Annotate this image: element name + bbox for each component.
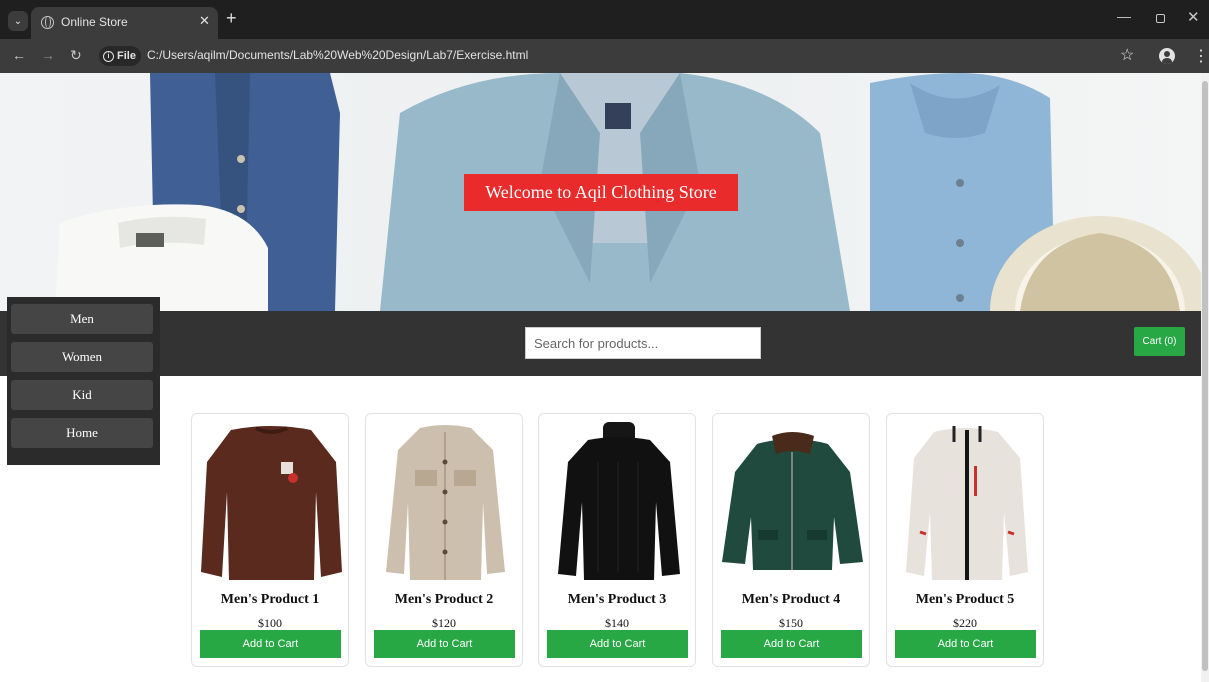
search-toolbar: Cart (0) bbox=[0, 311, 1201, 376]
url-field[interactable]: i File C:/Users/aqilm/Documents/Lab%20We… bbox=[96, 43, 1106, 69]
product-image-fleece-jacket bbox=[896, 422, 1037, 582]
browser-tab-bar: ⌄ Online Store ✕ + — ✕ bbox=[0, 0, 1209, 39]
sidebar-item-men[interactable]: Men bbox=[11, 304, 153, 334]
close-window-icon[interactable]: ✕ bbox=[1187, 8, 1200, 26]
add-to-cart-button[interactable]: Add to Cart bbox=[721, 630, 862, 658]
product-name: Men's Product 1 bbox=[220, 592, 320, 607]
hero-banner: Welcome to Aqil Clothing Store bbox=[0, 73, 1201, 311]
product-card: Men's Product 3 $140 Add to Cart bbox=[538, 413, 696, 667]
product-image-overshirt bbox=[375, 422, 516, 582]
new-tab-icon[interactable]: + bbox=[226, 9, 237, 27]
product-price: $150 bbox=[779, 616, 803, 630]
forward-arrow-icon[interactable]: → bbox=[41, 47, 55, 63]
add-to-cart-button[interactable]: Add to Cart bbox=[547, 630, 688, 658]
product-price: $140 bbox=[605, 616, 629, 630]
reload-icon[interactable]: ↻ bbox=[70, 47, 82, 64]
product-price: $100 bbox=[258, 616, 282, 630]
product-name: Men's Product 4 bbox=[741, 592, 841, 607]
cart-button[interactable]: Cart (0) bbox=[1134, 327, 1185, 356]
back-arrow-icon[interactable]: ← bbox=[12, 47, 26, 63]
browser-address-bar: ← → ↻ i File C:/Users/aqilm/Documents/La… bbox=[0, 39, 1209, 73]
product-card: Men's Product 4 $150 Add to Cart bbox=[712, 413, 870, 667]
info-icon: i bbox=[103, 50, 114, 62]
bookmark-star-icon[interactable]: ☆ bbox=[1120, 45, 1134, 65]
restore-icon[interactable] bbox=[1156, 14, 1165, 23]
file-chip-label: File bbox=[117, 50, 136, 62]
hero-title: Welcome to Aqil Clothing Store bbox=[464, 174, 738, 211]
product-name: Men's Product 5 bbox=[915, 592, 1015, 607]
minimize-icon[interactable]: — bbox=[1117, 8, 1131, 24]
category-sidebar: Men Women Kid Home bbox=[7, 297, 160, 465]
close-tab-icon[interactable]: ✕ bbox=[199, 13, 210, 29]
product-card: Men's Product 5 $220 Add to Cart bbox=[886, 413, 1044, 667]
page-viewport: Welcome to Aqil Clothing Store Cart (0) … bbox=[0, 73, 1209, 682]
product-price: $220 bbox=[953, 616, 977, 630]
tab-search-icon[interactable]: ⌄ bbox=[8, 11, 28, 31]
product-image-turtleneck bbox=[548, 422, 689, 582]
tab-title: Online Store bbox=[61, 15, 128, 29]
sidebar-item-home[interactable]: Home bbox=[11, 418, 153, 448]
add-to-cart-button[interactable]: Add to Cart bbox=[200, 630, 341, 658]
browser-tab[interactable]: Online Store ✕ bbox=[31, 7, 218, 39]
sidebar-item-women[interactable]: Women bbox=[11, 342, 153, 372]
product-card: Men's Product 1 $100 Add to Cart bbox=[191, 413, 349, 667]
menu-kebab-icon[interactable]: ⋮ bbox=[1193, 46, 1209, 66]
product-image-field-jacket bbox=[722, 422, 863, 582]
add-to-cart-button[interactable]: Add to Cart bbox=[895, 630, 1036, 658]
url-text: C:/Users/aqilm/Documents/Lab%20Web%20Des… bbox=[147, 48, 529, 62]
globe-icon bbox=[41, 16, 54, 29]
page-scrollbar[interactable] bbox=[1201, 73, 1209, 682]
search-input[interactable] bbox=[525, 327, 761, 359]
product-name: Men's Product 3 bbox=[567, 592, 667, 607]
product-price: $120 bbox=[432, 616, 456, 630]
sidebar-item-kid[interactable]: Kid bbox=[11, 380, 153, 410]
product-name: Men's Product 2 bbox=[394, 592, 494, 607]
product-image-sweatshirt bbox=[201, 422, 342, 582]
profile-icon[interactable] bbox=[1159, 48, 1175, 64]
add-to-cart-button[interactable]: Add to Cart bbox=[374, 630, 515, 658]
product-card: Men's Product 2 $120 Add to Cart bbox=[365, 413, 523, 667]
site-info-chip[interactable]: i File bbox=[99, 46, 141, 66]
scrollbar-thumb[interactable] bbox=[1202, 81, 1208, 671]
